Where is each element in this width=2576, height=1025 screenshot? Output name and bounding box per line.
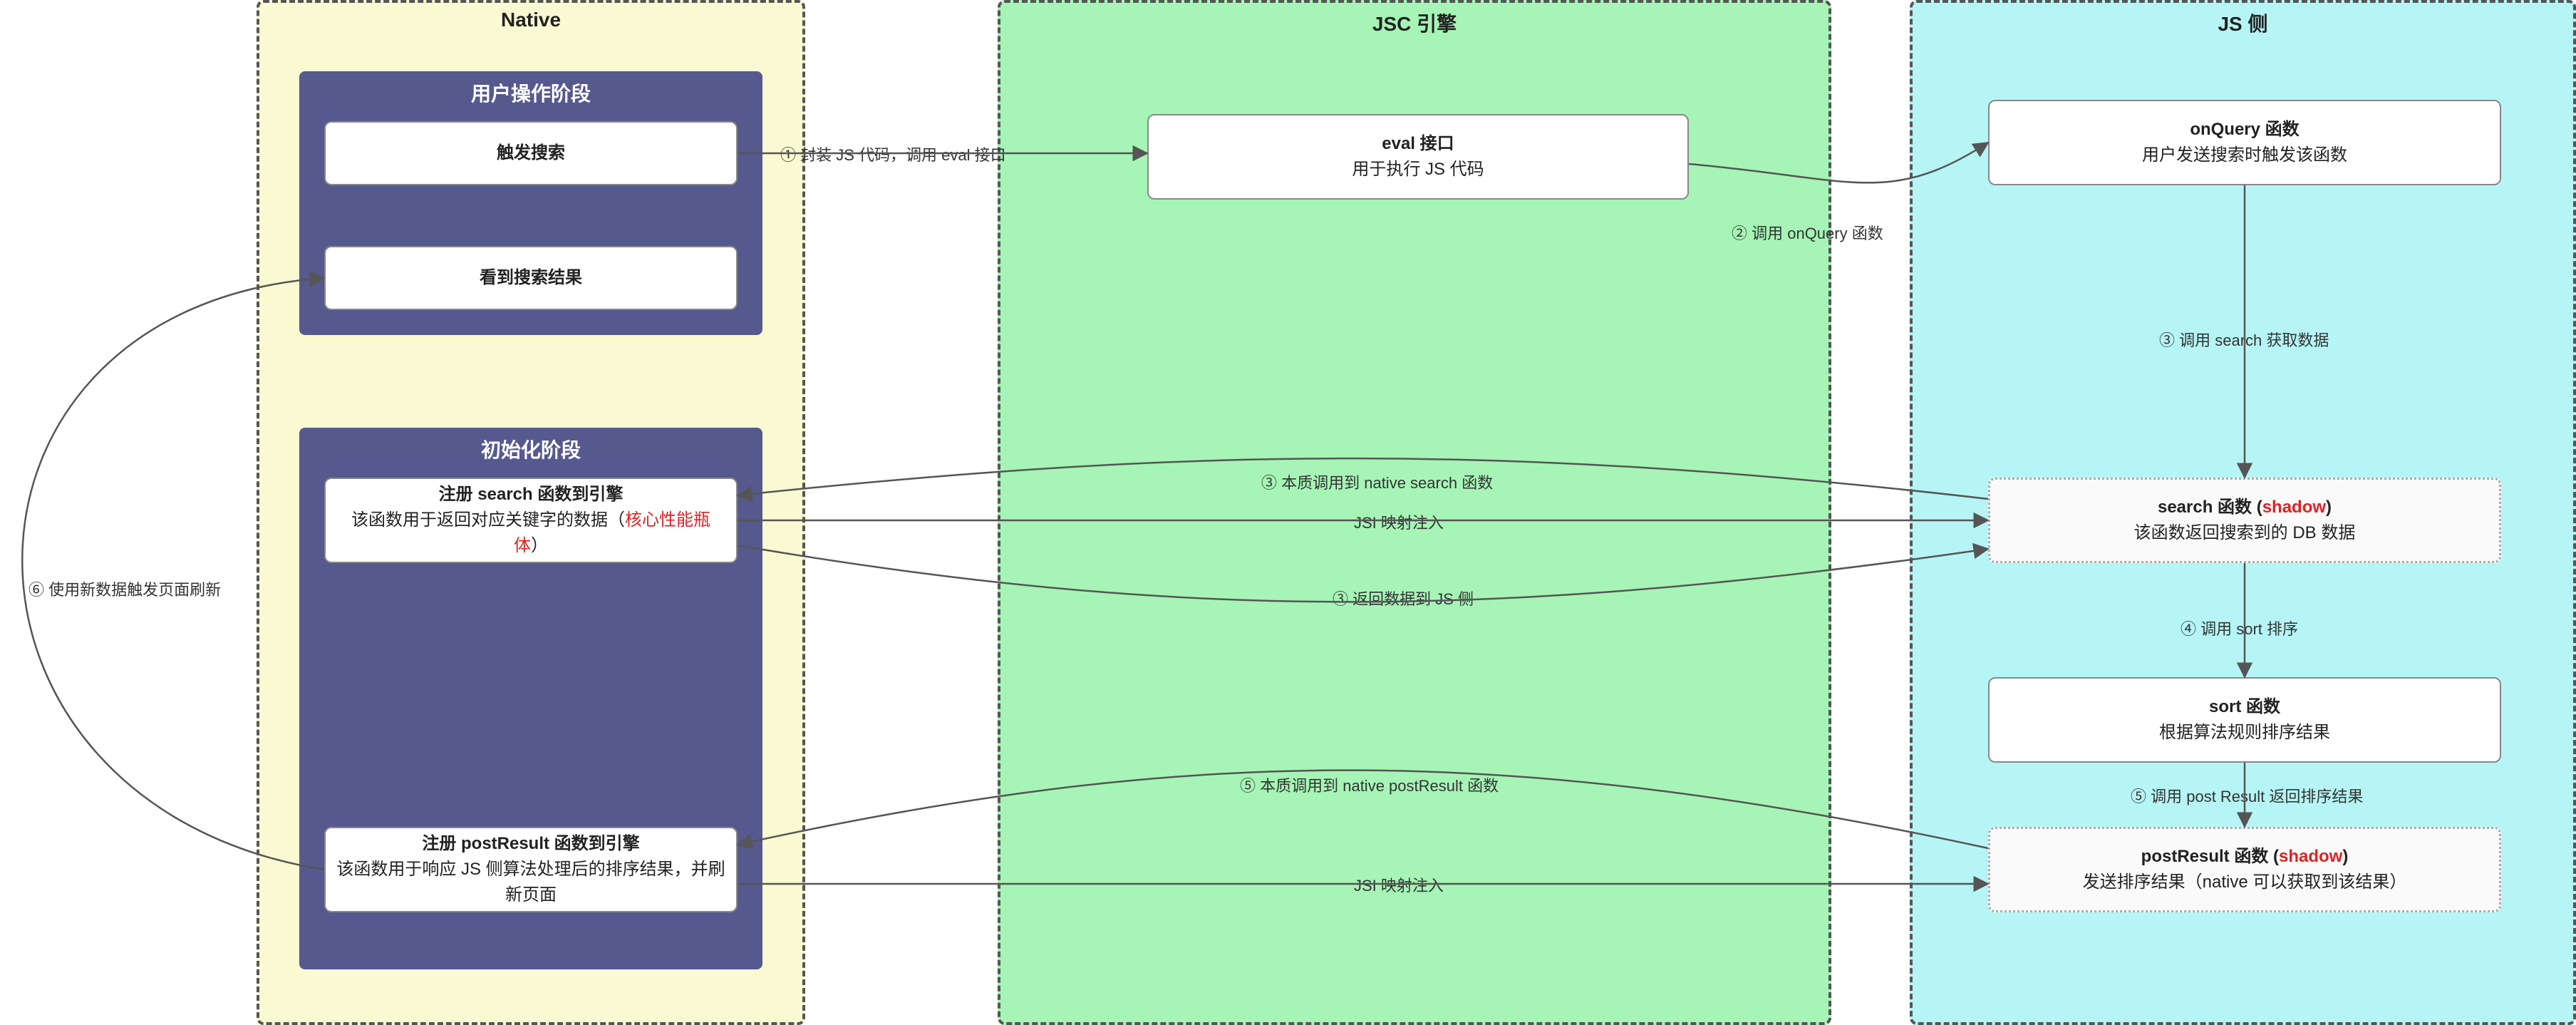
node-trigger-search-label: 触发搜索 bbox=[497, 140, 565, 166]
node-search-shadow-label: search 函数 (shadow) bbox=[2158, 495, 2332, 520]
node-see-result: 看到搜索结果 bbox=[324, 246, 738, 310]
lane-native-title: Native bbox=[259, 9, 802, 31]
node-onquery: onQuery 函数 用户发送搜索时触发该函数 bbox=[1988, 100, 2501, 185]
node-register-search-label: 注册 search 函数到引擎 bbox=[439, 482, 624, 508]
node-search-shadow-desc: 该函数返回搜索到的 DB 数据 bbox=[2134, 520, 2356, 546]
edge-label-3b: ③ 返回数据到 JS 侧 bbox=[1333, 587, 1474, 609]
edge-label-3: ③ 调用 search 获取数据 bbox=[2159, 328, 2329, 351]
lane-jsc-title: JSC 引擎 bbox=[1000, 9, 1828, 37]
node-sort-desc: 根据算法规则排序结果 bbox=[2159, 720, 2330, 746]
node-eval: eval 接口 用于执行 JS 代码 bbox=[1147, 114, 1689, 200]
diagram-canvas: Native JSC 引擎 JS 侧 用户操作阶段 初始化阶段 触发搜索 看到搜… bbox=[0, 0, 2576, 1025]
node-see-result-label: 看到搜索结果 bbox=[480, 265, 582, 291]
node-search-shadow: search 函数 (shadow) 该函数返回搜索到的 DB 数据 bbox=[1988, 478, 2501, 563]
node-postresult-shadow-desc: 发送排序结果（native 可以获取到该结果） bbox=[2083, 870, 2407, 895]
group-init-title: 初始化阶段 bbox=[299, 435, 762, 463]
edge-label-6: ⑥ 使用新数据触发页面刷新 bbox=[29, 577, 221, 600]
edge-label-2: ② 调用 onQuery 函数 bbox=[1732, 221, 1883, 244]
edge-label-jsi1: JSI 映射注入 bbox=[1354, 510, 1444, 533]
node-register-postresult-desc: 该函数用于响应 JS 侧算法处理后的排序结果，并刷新页面 bbox=[336, 857, 726, 908]
node-postresult-shadow-label: postResult 函数 (shadow) bbox=[2141, 844, 2349, 870]
node-register-search: 注册 search 函数到引擎 该函数用于返回对应关键字的数据（核心性能瓶体） bbox=[324, 478, 738, 563]
edge-label-3a: ③ 本质调用到 native search 函数 bbox=[1261, 470, 1493, 493]
node-eval-label: eval 接口 bbox=[1382, 131, 1454, 157]
node-sort-label: sort 函数 bbox=[2209, 694, 2280, 720]
edge-label-5: ⑤ 调用 post Result 返回排序结果 bbox=[2131, 784, 2363, 807]
node-sort: sort 函数 根据算法规则排序结果 bbox=[1988, 677, 2501, 763]
node-onquery-label: onQuery 函数 bbox=[2190, 117, 2299, 143]
lane-js-title: JS 侧 bbox=[1913, 9, 2573, 37]
edge-label-5a: ⑤ 本质调用到 native postResult 函数 bbox=[1240, 773, 1499, 796]
group-user-title: 用户操作阶段 bbox=[299, 78, 762, 107]
edge-label-4: ④ 调用 sort 排序 bbox=[2181, 617, 2298, 639]
node-trigger-search: 触发搜索 bbox=[324, 121, 738, 185]
node-register-postresult-label: 注册 postResult 函数到引擎 bbox=[422, 831, 639, 857]
node-postresult-shadow: postResult 函数 (shadow) 发送排序结果（native 可以获… bbox=[1988, 827, 2501, 912]
edge-label-1: ① 封装 JS 代码，调用 eval 接口 bbox=[780, 143, 1006, 165]
node-register-search-desc: 该函数用于返回对应关键字的数据（核心性能瓶体） bbox=[336, 508, 726, 559]
node-register-postresult: 注册 postResult 函数到引擎 该函数用于响应 JS 侧算法处理后的排序… bbox=[324, 827, 738, 912]
node-eval-desc: 用于执行 JS 代码 bbox=[1352, 157, 1484, 182]
edge-label-jsi2: JSI 映射注入 bbox=[1354, 873, 1444, 896]
node-onquery-desc: 用户发送搜索时触发该函数 bbox=[2142, 143, 2347, 168]
